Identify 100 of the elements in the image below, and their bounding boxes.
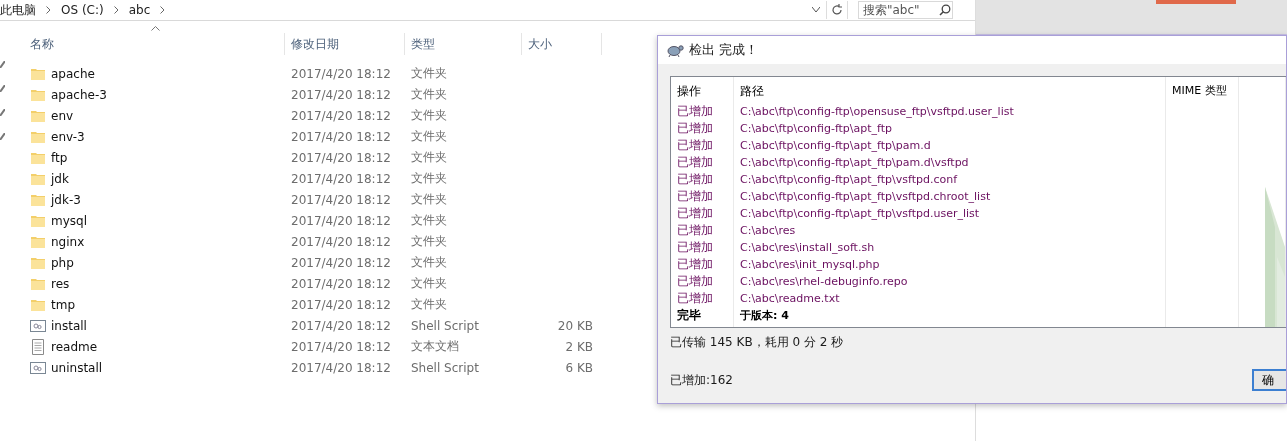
path-cell-text: C:\abc\res\install_soft.sh [740,240,876,256]
file-name[interactable]: install [51,318,87,333]
pin-icon[interactable] [0,61,5,68]
column-header[interactable]: 名称 [24,33,285,55]
modified-date: 2017/4/20 18:12 [291,192,391,207]
file-name[interactable]: res [51,276,70,291]
file-type: 文件夹 [411,212,447,229]
pin-icon[interactable] [0,109,5,116]
action-cell-text: 已增加 [677,222,714,239]
file-name[interactable]: uninstall [51,360,103,375]
file-type: 文件夹 [411,107,447,124]
dialog-title: 检出 完成！ [689,41,759,59]
column-header[interactable]: 路径 [740,83,1165,103]
chevron-icon[interactable] [160,6,166,14]
pin-icon[interactable] [0,85,5,92]
transfer-status: 已传输 145 KB，耗用 0 分 2 秒 [670,334,845,351]
file-type: 文件夹 [411,86,447,103]
file-name[interactable]: readme [51,339,98,354]
file-name[interactable]: nginx [51,234,85,249]
column-header[interactable]: 类型 [405,33,522,55]
action-cell-text: 已增加 [677,154,714,171]
path-cell-text: C:\abc\res\rhel-debuginfo.repo [740,274,909,290]
modified-date: 2017/4/20 18:12 [291,276,391,291]
breadcrumb-item[interactable]: OS (C:) [61,3,104,17]
file-name[interactable]: php [51,255,74,270]
file-name[interactable]: jdk [51,171,69,186]
file-type: 文件夹 [411,149,447,166]
search-field[interactable]: 搜索"abc" [858,1,953,19]
search-icon [939,4,951,16]
path-cell-text: C:\abc\ftp\config-ftp\apt_ftp\vsftpd.conf [740,172,959,188]
file-type: Shell Script [411,360,479,375]
file-type: 文件夹 [411,296,447,313]
path-cell-text: C:\abc\ftp\config-ftp\apt_ftp\vsftpd.chroot_list [740,189,992,205]
file-name[interactable]: mysql [51,213,87,228]
modified-date: 2017/4/20 18:12 [291,66,391,81]
path-cell-text: 于版本: 4 [740,308,790,324]
modified-date: 2017/4/20 18:12 [291,171,391,186]
action-cell-text: 已增加 [677,273,714,290]
path-cell-text: C:\abc\ftp\config-ftp\apt_ftp [740,121,894,137]
column-header[interactable]: 操作 [677,83,733,103]
file-type: 文件夹 [411,191,447,208]
script-file-icon [30,317,46,334]
action-cell-text: 已增加 [677,188,714,205]
action-cell-text: 已增加 [677,256,714,273]
file-name[interactable]: env-3 [51,129,85,144]
turtle-icon [666,43,684,57]
modified-date: 2017/4/20 18:12 [291,213,391,228]
column-header[interactable]: 修改日期 [285,33,405,55]
file-type: 文本文档 [411,338,459,355]
modified-date: 2017/4/20 18:12 [291,318,391,333]
path-cell-text: C:\abc\res\init_mysql.php [740,257,881,273]
file-type: 文件夹 [411,170,447,187]
file-type: Shell Script [411,318,479,333]
pin-icon[interactable] [0,133,5,140]
path-cell-text: C:\abc\ftp\config-ftp\opensuse_ftp\vsftpd.user_list [740,104,1015,120]
file-name[interactable]: apache [51,66,95,81]
action-cell-text: 完毕 [677,307,702,324]
path-cell-text: C:\abc\ftp\config-ftp\apt_ftp\pam.d [740,138,932,154]
script-file-icon [30,359,46,376]
refresh-icon[interactable] [826,1,848,19]
action-cell-text: 已增加 [677,171,714,188]
action-cell-text: 已增加 [677,205,714,222]
file-name[interactable]: tmp [51,297,75,312]
file-type: 文件夹 [411,233,447,250]
chevron-icon[interactable] [113,6,119,14]
dropdown-icon[interactable] [812,7,820,13]
path-cell-text: C:\abc\ftp\config-ftp\apt_ftp\pam.d\vsftpd [740,155,970,171]
chevron-icon[interactable] [46,6,51,14]
file-size: 6 KB [565,360,593,375]
modified-date: 2017/4/20 18:12 [291,339,391,354]
action-cell-text: 已增加 [677,120,714,137]
ok-button[interactable]: 确 [1252,369,1286,391]
path-cell-text: C:\abc\ftp\config-ftp\apt_ftp\vsftpd.user_list [740,206,981,222]
file-name[interactable]: apache-3 [51,87,107,102]
added-count: 已增加:162 [670,371,733,389]
path-cell-text: C:\abc\res [740,223,797,239]
file-size: 2 KB [565,339,593,354]
action-cell-text: 已增加 [677,137,714,154]
path-cell-text: C:\abc\readme.txt [740,291,841,307]
breadcrumb-item[interactable]: abc [128,3,151,17]
file-type: 文件夹 [411,128,447,145]
action-cell-text: 已增加 [677,239,714,256]
file-name[interactable]: env [51,108,74,123]
file-type: 文件夹 [411,65,447,82]
modified-date: 2017/4/20 18:12 [291,150,391,165]
file-size: 20 KB [557,318,593,333]
modified-date: 2017/4/20 18:12 [291,255,391,270]
modified-date: 2017/4/20 18:12 [291,297,391,312]
modified-date: 2017/4/20 18:12 [291,360,391,375]
file-name[interactable]: jdk-3 [51,192,81,207]
action-cell-text: 已增加 [677,103,714,120]
modified-date: 2017/4/20 18:12 [291,108,391,123]
file-name[interactable]: ftp [51,150,68,165]
action-cell-text: 已增加 [677,290,714,307]
modified-date: 2017/4/20 18:12 [291,87,391,102]
breadcrumb-item[interactable]: 此电脑 [0,1,36,19]
column-header[interactable]: MIME 类型 [1172,83,1238,103]
file-type: 文件夹 [411,254,447,271]
file-type: 文件夹 [411,275,447,292]
column-header[interactable]: 大小 [522,33,602,55]
